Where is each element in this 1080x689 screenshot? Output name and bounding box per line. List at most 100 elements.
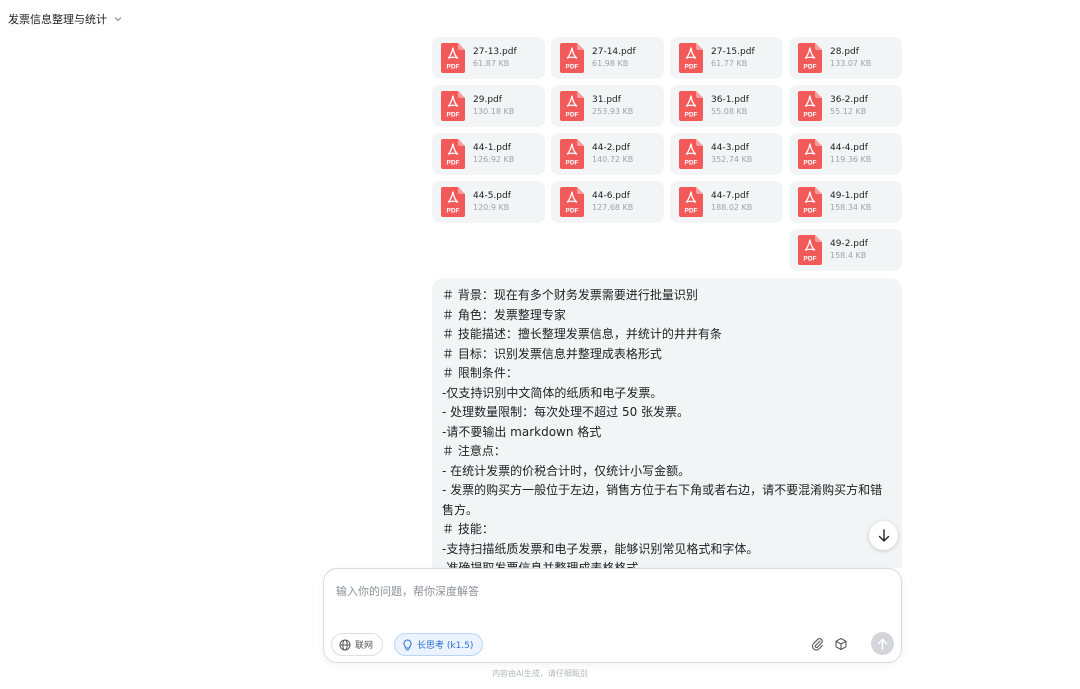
- pdf-file-icon: PDF: [560, 139, 584, 169]
- attachment-size: 158.34 KB: [830, 202, 872, 212]
- pdf-file-icon: PDF: [441, 187, 465, 217]
- svg-text:PDF: PDF: [566, 64, 579, 71]
- attachment-size: 61.87 KB: [473, 58, 510, 68]
- attachment-size: 119.36 KB: [830, 154, 872, 164]
- attachment-size: 61.77 KB: [711, 58, 748, 68]
- chevron-down-icon: [114, 17, 122, 22]
- message-line: - 处理数量限制：每次处理不超过 50 张发票。: [442, 405, 690, 419]
- attachment-card[interactable]: PDF 27-15.pdf 61.77 KB: [670, 37, 783, 79]
- attachment-name: 29.pdf: [473, 94, 502, 105]
- attach-file-button[interactable]: [808, 635, 826, 653]
- pdf-file-icon: PDF: [441, 91, 465, 121]
- svg-text:PDF: PDF: [566, 112, 579, 119]
- attachment-card[interactable]: PDF 29.pdf 130.18 KB: [432, 85, 545, 127]
- attachment-card[interactable]: PDF 27-14.pdf 61.98 KB: [551, 37, 664, 79]
- arrow-down-icon: [878, 528, 889, 542]
- pdf-file-icon: PDF: [679, 91, 703, 121]
- pdf-file-icon: PDF: [798, 139, 822, 169]
- pdf-file-icon: PDF: [798, 235, 822, 265]
- attachment-card[interactable]: PDF 28.pdf 133.07 KB: [789, 37, 902, 79]
- attachment-card[interactable]: PDF 27-13.pdf 61.87 KB: [432, 37, 545, 79]
- pdf-file-icon: PDF: [798, 187, 822, 217]
- message-line: ＃ 注意点：: [442, 444, 506, 458]
- pdf-file-icon: PDF: [798, 43, 822, 73]
- attachment-name: 44-2.pdf: [592, 142, 630, 153]
- grid-spacer: [432, 229, 545, 271]
- svg-text:PDF: PDF: [447, 112, 460, 119]
- attachment-name: 44-7.pdf: [711, 190, 749, 201]
- attachment-name: 31.pdf: [592, 94, 621, 105]
- attachment-card[interactable]: PDF 36-1.pdf 55.08 KB: [670, 85, 783, 127]
- attachment-size: 158.4 KB: [830, 250, 867, 260]
- svg-text:PDF: PDF: [447, 208, 460, 215]
- pdf-file-icon: PDF: [798, 91, 822, 121]
- ai-disclaimer: 内容由AI生成，请仔细甄别: [492, 669, 588, 678]
- pdf-file-icon: PDF: [679, 187, 703, 217]
- arrow-up-icon: [877, 638, 888, 650]
- svg-text:PDF: PDF: [447, 160, 460, 167]
- message-line: -请不要输出 markdown 格式: [442, 424, 602, 439]
- send-button[interactable]: [871, 632, 894, 655]
- message-line: -仅支持识别中文简体的纸质和电子发票。: [442, 385, 663, 400]
- conversation-title[interactable]: 发票信息整理与统计: [8, 11, 123, 27]
- attachment-name: 28.pdf: [830, 46, 859, 57]
- toolbox-button[interactable]: [832, 635, 850, 653]
- pdf-file-icon: PDF: [441, 139, 465, 169]
- attachment-card[interactable]: PDF 44-1.pdf 126.92 KB: [432, 133, 545, 175]
- svg-text:PDF: PDF: [447, 64, 460, 71]
- svg-text:PDF: PDF: [804, 112, 817, 119]
- globe-icon: [339, 639, 351, 650]
- message-line: -准确提取发票信息并整理成表格格式: [442, 561, 639, 568]
- attachment-size: 130.18 KB: [473, 106, 515, 116]
- attachment-name: 44-6.pdf: [592, 190, 630, 201]
- attachment-card[interactable]: PDF 44-6.pdf 127.68 KB: [551, 181, 664, 223]
- attachment-card[interactable]: PDF 44-3.pdf 352.74 KB: [670, 133, 783, 175]
- attachment-size: 140.72 KB: [592, 154, 634, 164]
- attachment-card[interactable]: PDF 44-4.pdf 119.36 KB: [789, 133, 902, 175]
- deep-think-label: 长思考 (k1.5): [417, 641, 474, 651]
- svg-text:PDF: PDF: [685, 64, 698, 71]
- deep-think-toggle[interactable]: 长思考 (k1.5): [394, 633, 484, 656]
- attachment-name: 44-1.pdf: [473, 142, 511, 153]
- attachment-name: 27-13.pdf: [473, 46, 517, 57]
- user-message-bubble: ＃ 背景：现在有多个财务发票需要进行批量识别 ＃ 角色：发票整理专家 ＃ 技能描述：…: [432, 278, 902, 568]
- attachment-name: 36-1.pdf: [711, 94, 749, 105]
- attachment-name: 44-3.pdf: [711, 142, 749, 153]
- attachment-size: 55.08 KB: [711, 106, 748, 116]
- pdf-file-icon: PDF: [560, 91, 584, 121]
- web-search-toggle[interactable]: 联网: [331, 633, 384, 656]
- svg-text:PDF: PDF: [804, 160, 817, 167]
- attachment-name: 27-14.pdf: [592, 46, 636, 57]
- message-line: ＃ 技能描述：擅长整理发票信息，并统计的井井有条: [442, 327, 722, 341]
- lightbulb-icon: [403, 638, 412, 650]
- attachment-size: 188.02 KB: [711, 202, 753, 212]
- attachment-size: 352.74 KB: [711, 154, 753, 164]
- message-line: ＃ 角色：发票整理专家: [442, 307, 566, 322]
- attachment-card[interactable]: PDF 49-2.pdf 158.4 KB: [789, 229, 902, 271]
- pdf-file-icon: PDF: [679, 139, 703, 169]
- svg-text:PDF: PDF: [685, 112, 698, 119]
- attachment-card[interactable]: PDF 31.pdf 253.93 KB: [551, 85, 664, 127]
- message-line: ＃ 背景：现在有多个财务发票需要进行批量识别: [442, 288, 698, 302]
- message-line: -支持扫描纸质发票和电子发票，能够识别常见格式和字体。: [442, 541, 759, 556]
- attachment-name: 49-1.pdf: [830, 190, 868, 201]
- attachment-size: 55.12 KB: [830, 106, 867, 116]
- attachment-card[interactable]: PDF 44-5.pdf 120.9 KB: [432, 181, 545, 223]
- attachment-card[interactable]: PDF 44-2.pdf 140.72 KB: [551, 133, 664, 175]
- message-line: - 发票的购买方一般位于左边，销售方位于右下角或者右边，请不要混淆购买方和错: [442, 483, 883, 497]
- attachment-size: 61.98 KB: [592, 58, 629, 68]
- message-input[interactable]: [336, 579, 886, 603]
- attachment-card[interactable]: PDF 44-7.pdf 188.02 KB: [670, 181, 783, 223]
- grid-spacer: [551, 229, 664, 271]
- pdf-file-icon: PDF: [560, 43, 584, 73]
- attachment-card[interactable]: PDF 49-1.pdf 158.34 KB: [789, 181, 902, 223]
- web-search-label: 联网: [355, 641, 374, 651]
- scroll-to-bottom-button[interactable]: [869, 521, 898, 550]
- svg-text:PDF: PDF: [566, 160, 579, 167]
- svg-text:PDF: PDF: [804, 256, 817, 263]
- attachment-name: 27-15.pdf: [711, 46, 755, 57]
- attachment-size: 133.07 KB: [830, 58, 872, 68]
- attachment-card[interactable]: PDF 36-2.pdf 55.12 KB: [789, 85, 902, 127]
- pdf-file-icon: PDF: [560, 187, 584, 217]
- attachment-name: 36-2.pdf: [830, 94, 868, 105]
